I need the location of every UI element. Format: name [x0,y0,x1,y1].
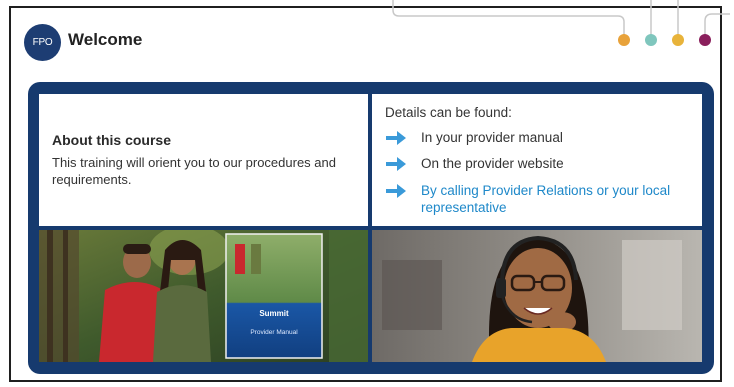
dot-plum [699,34,711,46]
about-card: About this course This training will ori… [39,94,368,226]
arrow-right-icon [386,157,406,171]
details-card: Details can be found: In your provider m… [372,94,702,226]
about-heading: About this course [52,132,172,148]
dot-teal [645,34,657,46]
detail-item-label: On the provider website [421,156,564,171]
fpo-logo: FPO [24,24,61,61]
dot-orange [618,34,630,46]
dot-gold [672,34,684,46]
detail-item-calling[interactable]: By calling Provider Relations or your lo… [385,182,671,216]
logo-text: FPO [32,37,53,48]
manual-title: Provider Manual [250,329,298,336]
manual-brand: Summit [259,309,289,318]
page-title: Welcome [68,30,143,49]
representative-photo [372,230,702,362]
detail-item-label: In your provider manual [421,130,563,145]
about-body: This training will orient you to our pro… [52,155,336,187]
arrow-right-icon [386,184,406,198]
arrow-right-icon [386,131,406,145]
decorative-lines [392,0,730,46]
detail-item-manual: In your provider manual [385,129,671,146]
details-heading: Details can be found: [385,105,512,120]
detail-item-website: On the provider website [385,155,671,172]
family-photo: Summit Provider Manual [39,230,368,362]
provider-relations-link[interactable]: By calling Provider Relations or your lo… [421,182,671,216]
